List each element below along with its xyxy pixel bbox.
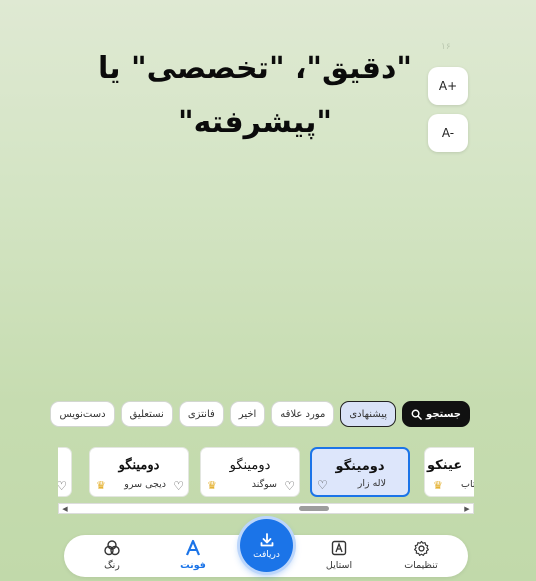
- scroll-thumb[interactable]: [299, 506, 329, 511]
- nav-settings[interactable]: تنظیمات: [391, 539, 451, 571]
- chip-favorites[interactable]: مورد علاقه: [271, 401, 335, 427]
- font-name: سوگند: [251, 479, 277, 490]
- text-preview: "دقیق"، "تخصصی" یا "پیشرفته": [90, 42, 420, 150]
- heart-icon[interactable]: ♡: [317, 479, 328, 491]
- font-card[interactable]: دومینگو سوگند ♡ ♛: [200, 447, 300, 497]
- font-sample: دومینگو: [229, 458, 271, 473]
- increase-size-button[interactable]: A+: [428, 67, 468, 105]
- font-name: دیجی سرو: [124, 479, 166, 490]
- chip-nastaliq[interactable]: نستعلیق: [120, 401, 173, 427]
- download-button[interactable]: دریافت: [240, 519, 293, 572]
- nav-settings-label: تنظیمات: [404, 560, 438, 571]
- download-label: دریافت: [253, 549, 280, 560]
- filter-bar: جستجو پیشنهادی مورد علاقه اخیر فانتزی نس…: [50, 401, 470, 427]
- chip-fantasy[interactable]: فانتزی: [178, 401, 224, 427]
- font-sample: دومینگو: [335, 459, 385, 474]
- scroll-left-arrow-icon[interactable]: ◀: [60, 504, 70, 513]
- crown-icon: ♛: [433, 479, 443, 492]
- font-list: عینکو تاب ♛ دومینگو لاله زار ♡ دومینگو س…: [58, 446, 474, 498]
- font-name: تاب: [461, 479, 474, 490]
- scroll-right-arrow-icon[interactable]: ▶: [462, 504, 472, 513]
- chip-recent[interactable]: اخیر: [229, 401, 266, 427]
- font-card[interactable]: ♡: [58, 447, 72, 497]
- nav-style[interactable]: استایل: [309, 539, 369, 571]
- font-sample: عینکو: [427, 458, 463, 473]
- font-card-selected[interactable]: دومینگو لاله زار ♡: [310, 447, 410, 497]
- heart-icon[interactable]: ♡: [58, 480, 67, 492]
- preview-line-1: "دقیق"، "تخصصی" یا: [97, 51, 413, 86]
- crown-icon: ♛: [96, 479, 106, 492]
- chip-handwriting[interactable]: دست‌نویس: [50, 401, 115, 427]
- font-name: لاله زار: [357, 478, 386, 489]
- font-card[interactable]: دومینگو دیجی سرو ♡ ♛: [89, 447, 189, 497]
- heart-icon[interactable]: ♡: [173, 480, 184, 492]
- search-label: جستجو: [426, 408, 461, 420]
- chip-suggested[interactable]: پیشنهادی: [340, 401, 397, 427]
- heart-icon[interactable]: ♡: [284, 480, 295, 492]
- preview-line-2: "پیشرفته": [177, 105, 333, 140]
- font-card[interactable]: عینکو تاب ♛: [424, 447, 474, 497]
- font-icon: [184, 539, 202, 557]
- search-icon: [411, 409, 422, 420]
- nav-font[interactable]: فونت: [163, 539, 223, 571]
- nav-color[interactable]: رنگ: [82, 539, 142, 571]
- palette-icon: [103, 539, 121, 557]
- search-button[interactable]: جستجو: [402, 401, 470, 427]
- gear-icon: [413, 539, 430, 557]
- download-icon: [260, 532, 273, 546]
- faint-label: ۱۶: [441, 42, 451, 52]
- nav-font-label: فونت: [180, 560, 206, 571]
- style-icon: [331, 539, 347, 557]
- nav-style-label: استایل: [325, 560, 353, 571]
- horizontal-scrollbar[interactable]: ◀ ▶: [58, 503, 474, 514]
- crown-icon: ♛: [207, 479, 217, 492]
- nav-color-label: رنگ: [104, 560, 120, 571]
- decrease-size-button[interactable]: A-: [428, 114, 468, 152]
- font-sample: دومینگو: [118, 458, 160, 473]
